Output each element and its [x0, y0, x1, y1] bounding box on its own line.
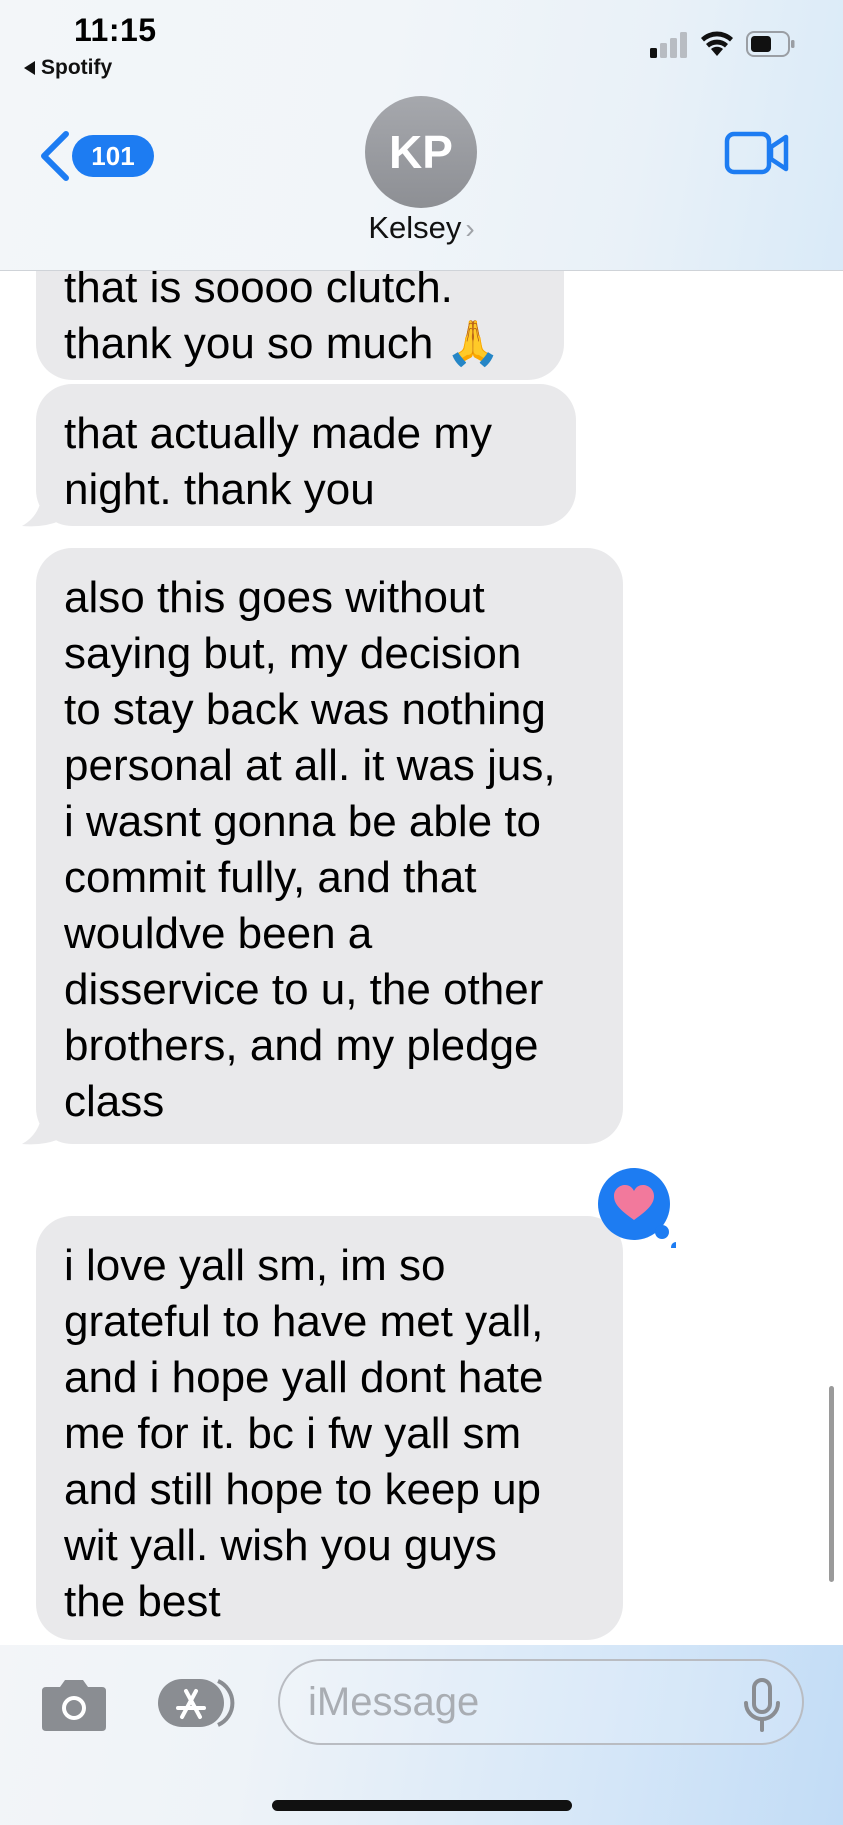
message-bubble[interactable]: that actually made my night. thank you [36, 384, 576, 526]
signal-icon [650, 32, 687, 58]
home-indicator [272, 1800, 572, 1811]
input-bar: iMessage [0, 1645, 843, 1825]
contact-name-label: Kelsey [368, 210, 462, 245]
heart-reaction-icon[interactable] [596, 1168, 676, 1248]
back-triangle-icon [24, 61, 35, 75]
back-button[interactable]: 101 [36, 128, 154, 184]
bubble-tail [22, 494, 62, 527]
message-bubble[interactable]: i love yall sm, im so grateful to have m… [36, 1216, 623, 1640]
unread-count-badge: 101 [72, 135, 154, 177]
back-chevron-icon [41, 131, 69, 181]
wifi-icon [701, 31, 733, 56]
camera-icon[interactable] [38, 1677, 110, 1733]
conversation-header: 11:15 Spotify 101 KP Kelsey › [0, 0, 843, 271]
back-app-label: Spotify [41, 56, 113, 79]
video-call-icon[interactable] [724, 128, 790, 178]
avatar[interactable]: KP [365, 96, 477, 208]
imessage-input[interactable]: iMessage [278, 1659, 804, 1745]
app-store-icon[interactable] [156, 1673, 240, 1733]
imessage-placeholder: iMessage [308, 1679, 480, 1724]
message-bubble[interactable]: also this goes without saying but, my de… [36, 548, 623, 1144]
battery-icon [746, 31, 795, 57]
microphone-icon[interactable] [738, 1677, 786, 1733]
status-time: 11:15 [74, 12, 157, 48]
chevron-right-icon: › [465, 213, 475, 244]
scrollbar[interactable] [829, 1386, 834, 1582]
bubble-tail [22, 1112, 62, 1145]
contact-name[interactable]: Kelsey › [0, 210, 843, 246]
message-thread[interactable]: that is soooo clutch. thank you so much … [0, 0, 843, 1825]
back-to-app-link[interactable]: Spotify [24, 56, 112, 80]
